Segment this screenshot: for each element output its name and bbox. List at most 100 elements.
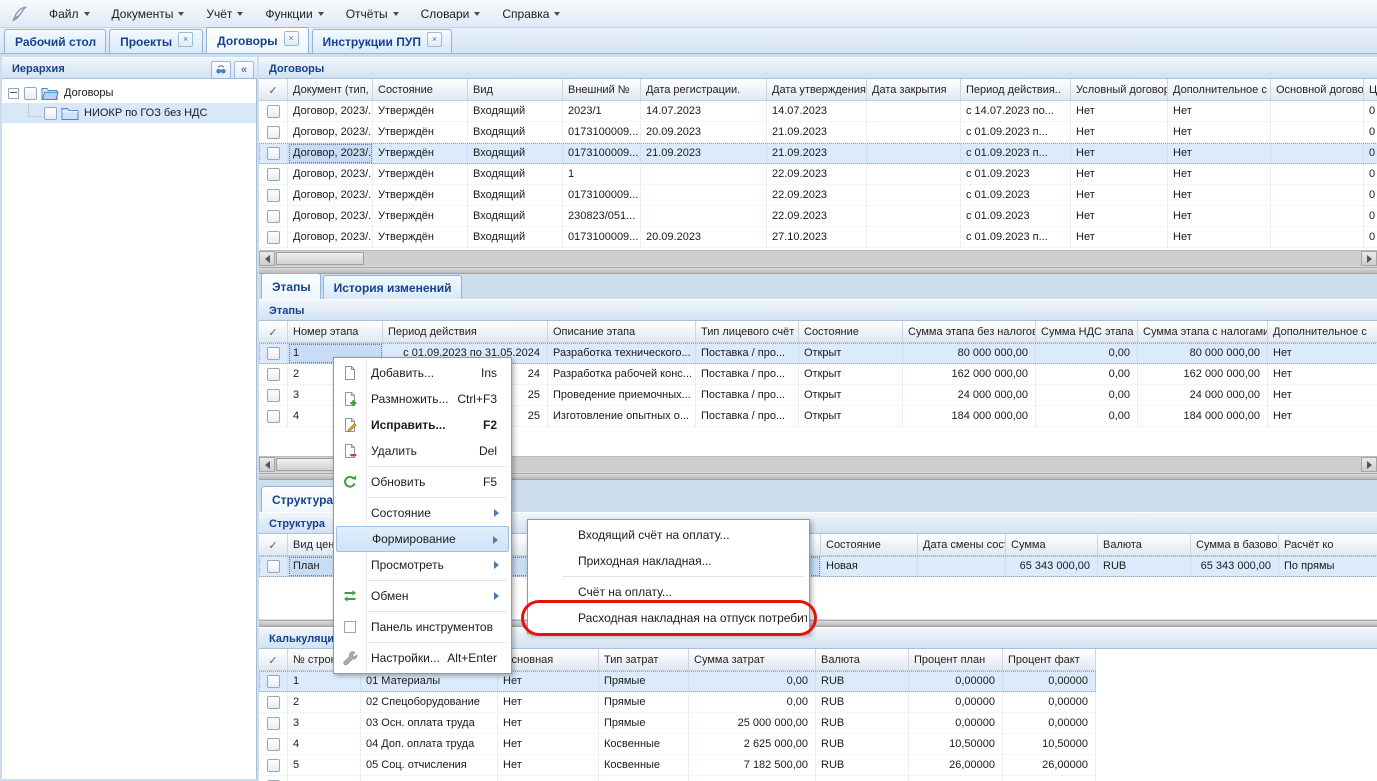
table-cell[interactable]: 0173100009...	[563, 143, 641, 164]
tab-projects[interactable]: Проекты×	[109, 29, 203, 53]
table-cell[interactable]: с 01.09.2023	[961, 164, 1071, 185]
context-menu-item[interactable]: Обмен	[336, 583, 509, 609]
table-cell[interactable]: Нет	[1071, 206, 1168, 227]
contracts-hscrollbar[interactable]	[259, 250, 1377, 266]
row-checkbox[interactable]	[267, 759, 280, 772]
table-cell[interactable]: Косвенные	[599, 755, 689, 776]
table-cell[interactable]: Нет	[1168, 122, 1271, 143]
table-cell[interactable]: 21.09.2023	[767, 143, 867, 164]
table-cell[interactable]: 0,00000	[1003, 776, 1096, 781]
column-header[interactable]: Период действия..	[961, 79, 1071, 101]
table-cell[interactable]: 230823/051...	[563, 206, 641, 227]
table-cell[interactable]: 22.09.2023	[767, 185, 867, 206]
table-cell[interactable]	[259, 164, 288, 185]
table-cell[interactable]: 3	[288, 713, 361, 734]
table-cell[interactable]: RUB	[816, 755, 909, 776]
check-column-header[interactable]: ✓	[259, 79, 288, 101]
table-cell[interactable]: Утверждён	[373, 122, 468, 143]
column-header[interactable]: Документ (тип, №	[288, 79, 373, 101]
table-cell[interactable]: Нет	[1168, 143, 1271, 164]
table-row[interactable]: Договор, 2023/...УтверждёнВходящий017310…	[259, 227, 1377, 248]
table-cell[interactable]	[641, 185, 767, 206]
table-cell[interactable]: 0	[1364, 185, 1377, 206]
table-cell[interactable]	[641, 164, 767, 185]
context-menu-item[interactable]: Исправить...F2	[336, 412, 509, 438]
close-icon[interactable]: ×	[284, 31, 299, 46]
table-cell[interactable]	[867, 185, 961, 206]
table-cell[interactable]: 0,00	[1036, 385, 1138, 406]
row-checkbox[interactable]	[267, 368, 280, 381]
table-cell[interactable]: 80 000 000,00	[903, 343, 1036, 364]
tab-contracts[interactable]: Договоры×	[206, 27, 308, 53]
column-header[interactable]: Дата утверждения	[767, 79, 867, 101]
row-checkbox[interactable]	[267, 189, 280, 202]
collapse-panel-icon[interactable]: «	[234, 61, 254, 79]
table-cell[interactable]: 14.07.2023	[767, 101, 867, 122]
table-cell[interactable]: 10,50000	[909, 734, 1003, 755]
table-cell[interactable]: 0173100009...	[563, 185, 641, 206]
table-cell[interactable]	[259, 692, 288, 713]
row-checkbox[interactable]	[267, 126, 280, 139]
table-cell[interactable]	[259, 206, 288, 227]
table-row[interactable]: 202 СпецоборудованиеНетПрямые0,00RUB0,00…	[259, 692, 1096, 713]
table-row[interactable]: Договор, 2023/...УтверждёнВходящий017310…	[259, 185, 1377, 206]
table-row[interactable]: 505 Соц. отчисленияНетКосвенные7 182 500…	[259, 755, 1096, 776]
row-checkbox[interactable]	[267, 168, 280, 181]
row-checkbox[interactable]	[267, 696, 280, 709]
tree-item-niokr[interactable]: НИОКР по ГОЗ без НДС	[2, 103, 256, 123]
column-header[interactable]: Расчёт ко	[1279, 534, 1377, 556]
table-cell[interactable]: 0,00000	[909, 671, 1003, 692]
table-cell[interactable]: RUB	[816, 713, 909, 734]
table-cell[interactable]: Нет	[1071, 101, 1168, 122]
table-cell[interactable]: 0,00000	[1003, 713, 1096, 734]
table-cell[interactable]: Утверждён	[373, 164, 468, 185]
context-menu-item[interactable]: УдалитьDel	[336, 438, 509, 464]
table-cell[interactable]	[867, 101, 961, 122]
table-cell[interactable]: Утверждён	[373, 185, 468, 206]
table-cell[interactable]: 26,00000	[1003, 755, 1096, 776]
table-cell[interactable]	[259, 556, 288, 577]
table-cell[interactable]: 20.09.2023	[641, 122, 767, 143]
table-row[interactable]: Договор, 2023/...УтверждёнВходящий017310…	[259, 143, 1377, 164]
table-cell[interactable]: Нет	[1168, 185, 1271, 206]
table-cell[interactable]: 25 000 000,00	[689, 713, 816, 734]
table-cell[interactable]: Договор, 2023/...	[288, 143, 373, 164]
table-cell[interactable]: 2	[288, 692, 361, 713]
row-checkbox[interactable]	[267, 738, 280, 751]
table-cell[interactable]: 21.09.2023	[641, 143, 767, 164]
row-checkbox[interactable]	[267, 560, 280, 573]
context-menu-item[interactable]: Добавить...Ins	[336, 360, 509, 386]
table-cell[interactable]: Поставка / про...	[696, 385, 799, 406]
table-cell[interactable]: 27.10.2023	[767, 227, 867, 248]
table-cell[interactable]: Утверждён	[373, 143, 468, 164]
tab-stages[interactable]: Этапы	[261, 273, 321, 299]
table-cell[interactable]: RUB	[1098, 556, 1191, 577]
table-cell[interactable]: 1	[563, 164, 641, 185]
table-cell[interactable]	[259, 406, 288, 427]
table-cell[interactable]: Поставка / про...	[696, 364, 799, 385]
table-cell[interactable]	[867, 143, 961, 164]
table-cell[interactable]	[1271, 206, 1364, 227]
table-cell[interactable]: Входящий	[468, 206, 563, 227]
table-cell[interactable]	[259, 776, 288, 781]
scroll-left-icon[interactable]	[259, 457, 275, 472]
tree-checkbox[interactable]	[24, 87, 37, 100]
search-icon[interactable]	[211, 61, 231, 79]
menubar-item-dictionaries[interactable]: Словари	[410, 3, 492, 25]
row-checkbox[interactable]	[267, 147, 280, 160]
table-cell[interactable]: 4	[288, 734, 361, 755]
table-cell[interactable]: Нет	[1168, 206, 1271, 227]
table-cell[interactable]	[259, 185, 288, 206]
table-cell[interactable]: Договор, 2023/...	[288, 122, 373, 143]
table-cell[interactable]: Нет	[1168, 164, 1271, 185]
tab-instructions[interactable]: Инструкции ПУП×	[312, 29, 452, 53]
row-checkbox[interactable]	[267, 347, 280, 360]
table-cell[interactable]: Договор, 2023/...	[288, 227, 373, 248]
table-cell[interactable]	[259, 343, 288, 364]
table-cell[interactable]	[259, 734, 288, 755]
table-cell[interactable]	[918, 556, 1006, 577]
row-checkbox[interactable]	[267, 410, 280, 423]
table-cell[interactable]: 0,00000	[909, 776, 1003, 781]
table-cell[interactable]	[867, 227, 961, 248]
table-cell[interactable]: Нет	[1071, 143, 1168, 164]
